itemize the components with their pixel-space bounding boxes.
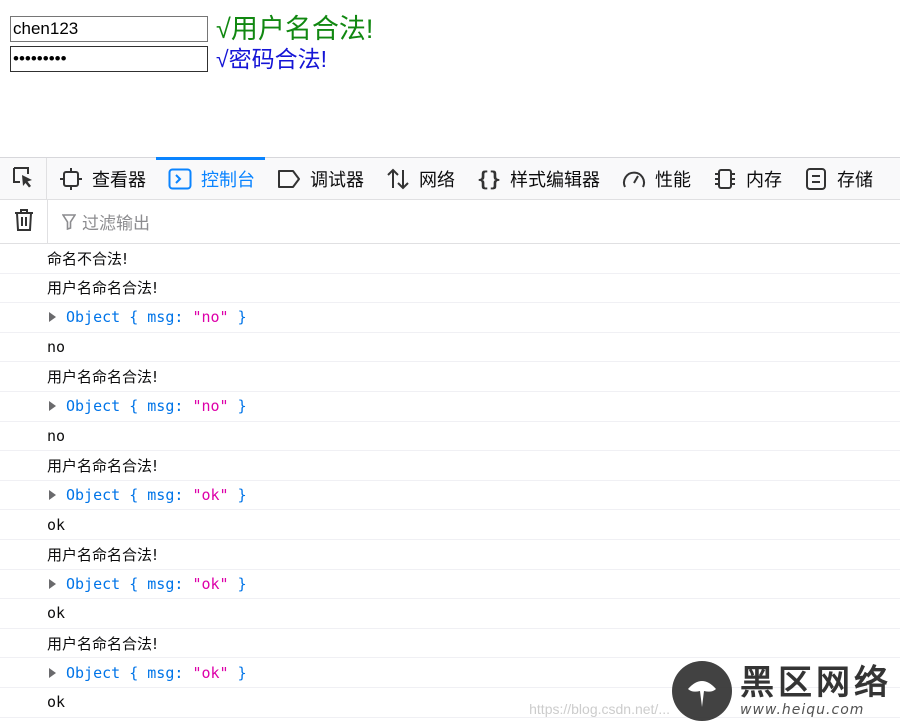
object-type: Object [66,308,121,327]
log-text: 用户名命名合法! [47,368,159,387]
console-output: 命名不合法! 用户名命名合法! Object { msg: "no" } no … [0,244,900,727]
log-row: 命名不合法! [0,244,900,274]
page-content: √用户名合法! √密码合法! [0,0,900,157]
object-type: Object [66,397,121,416]
debugger-icon [277,167,301,191]
memory-icon [713,167,737,191]
log-text: 用户名命名合法! [47,456,159,475]
log-text: ok [47,693,66,712]
log-row: 用户名命名合法! [0,540,900,570]
username-row: √用户名合法! [10,15,373,43]
log-row: 用户名命名合法! [0,451,900,481]
password-input[interactable] [10,46,208,72]
expand-arrow-icon[interactable] [49,490,56,501]
tab-style-editor-label: 样式编辑器 [510,169,600,191]
log-text: 命名不合法! [47,249,129,268]
log-row: 用户名命名合法! [0,362,900,392]
filter-output-input[interactable]: 过滤输出 [62,209,150,234]
log-text: 用户名命名合法! [47,279,159,298]
tab-storage[interactable]: 存储 [792,158,883,199]
log-text: 用户名命名合法! [47,634,159,653]
tab-network[interactable]: 网络 [374,158,465,199]
storage-icon [804,167,828,191]
log-row-object[interactable]: Object { msg: "ok" } [0,570,900,600]
log-row-object[interactable]: Object { msg: "no" } [0,392,900,422]
object-value: "ok" [192,574,229,593]
object-value: "ok" [192,663,229,682]
expand-arrow-icon[interactable] [49,667,56,678]
element-picker-icon [10,164,36,194]
object-value: "no" [192,397,229,416]
tab-memory[interactable]: 内存 [701,158,792,199]
filter-icon [62,213,76,230]
object-value: "no" [192,308,229,327]
object-type: Object [66,663,121,682]
object-key: msg [147,486,175,505]
log-row: ok [0,688,900,718]
log-row-object[interactable]: Object { msg: "ok" } [0,658,900,688]
object-key: msg [147,397,175,416]
tab-console-label: 控制台 [201,169,255,191]
performance-icon [622,167,646,191]
expand-arrow-icon[interactable] [49,312,56,323]
log-text: ok [47,604,66,623]
object-type: Object [66,486,121,505]
log-row: no [0,333,900,363]
inspector-icon [59,167,83,191]
log-text: no [47,426,66,445]
password-row: √密码合法! [10,46,327,72]
expand-arrow-icon[interactable] [49,578,56,589]
log-text: 用户名命名合法! [47,545,159,564]
tab-performance-label: 性能 [655,169,691,191]
trash-icon [13,208,35,236]
password-validation-msg: √密码合法! [216,46,328,72]
expand-arrow-icon[interactable] [49,401,56,412]
object-key: msg [147,663,175,682]
style-editor-icon: {} [476,166,502,191]
tab-inspector-label: 查看器 [92,169,146,191]
log-row-object[interactable]: Object { msg: "ok" } [0,481,900,511]
tab-performance[interactable]: 性能 [610,158,701,199]
username-input[interactable] [10,16,208,42]
element-picker-button[interactable] [0,158,47,199]
log-row-object[interactable]: Object { msg: "no" } [0,303,900,333]
tab-style-editor[interactable]: {} 样式编辑器 [465,158,610,199]
tab-memory-label: 内存 [746,169,782,191]
log-text: ok [47,515,66,534]
clear-console-button[interactable] [0,200,48,243]
tab-storage-label: 存储 [837,169,873,191]
tab-debugger-label: 调试器 [310,169,364,191]
tab-inspector[interactable]: 查看器 [47,158,156,199]
log-row: 用户名命名合法! [0,629,900,659]
tab-debugger[interactable]: 调试器 [265,158,374,199]
console-filter-bar: 过滤输出 [0,200,900,244]
object-type: Object [66,574,121,593]
username-validation-msg: √用户名合法! [216,14,374,44]
object-key: msg [147,308,175,327]
log-text: no [47,338,66,357]
filter-placeholder: 过滤输出 [82,214,150,234]
tab-console[interactable]: 控制台 [156,157,265,199]
devtools-toolbar: 查看器 控制台 调试器 网络 {} 样式编辑器 性能 内存 存储 [0,157,900,200]
log-row: 用户名命名合法! [0,274,900,304]
log-row: ok [0,510,900,540]
object-key: msg [147,574,175,593]
object-value: "ok" [192,486,229,505]
console-icon [168,167,192,191]
log-row: no [0,422,900,452]
tab-network-label: 网络 [419,169,455,191]
log-row: ok [0,599,900,629]
network-icon [386,167,410,191]
